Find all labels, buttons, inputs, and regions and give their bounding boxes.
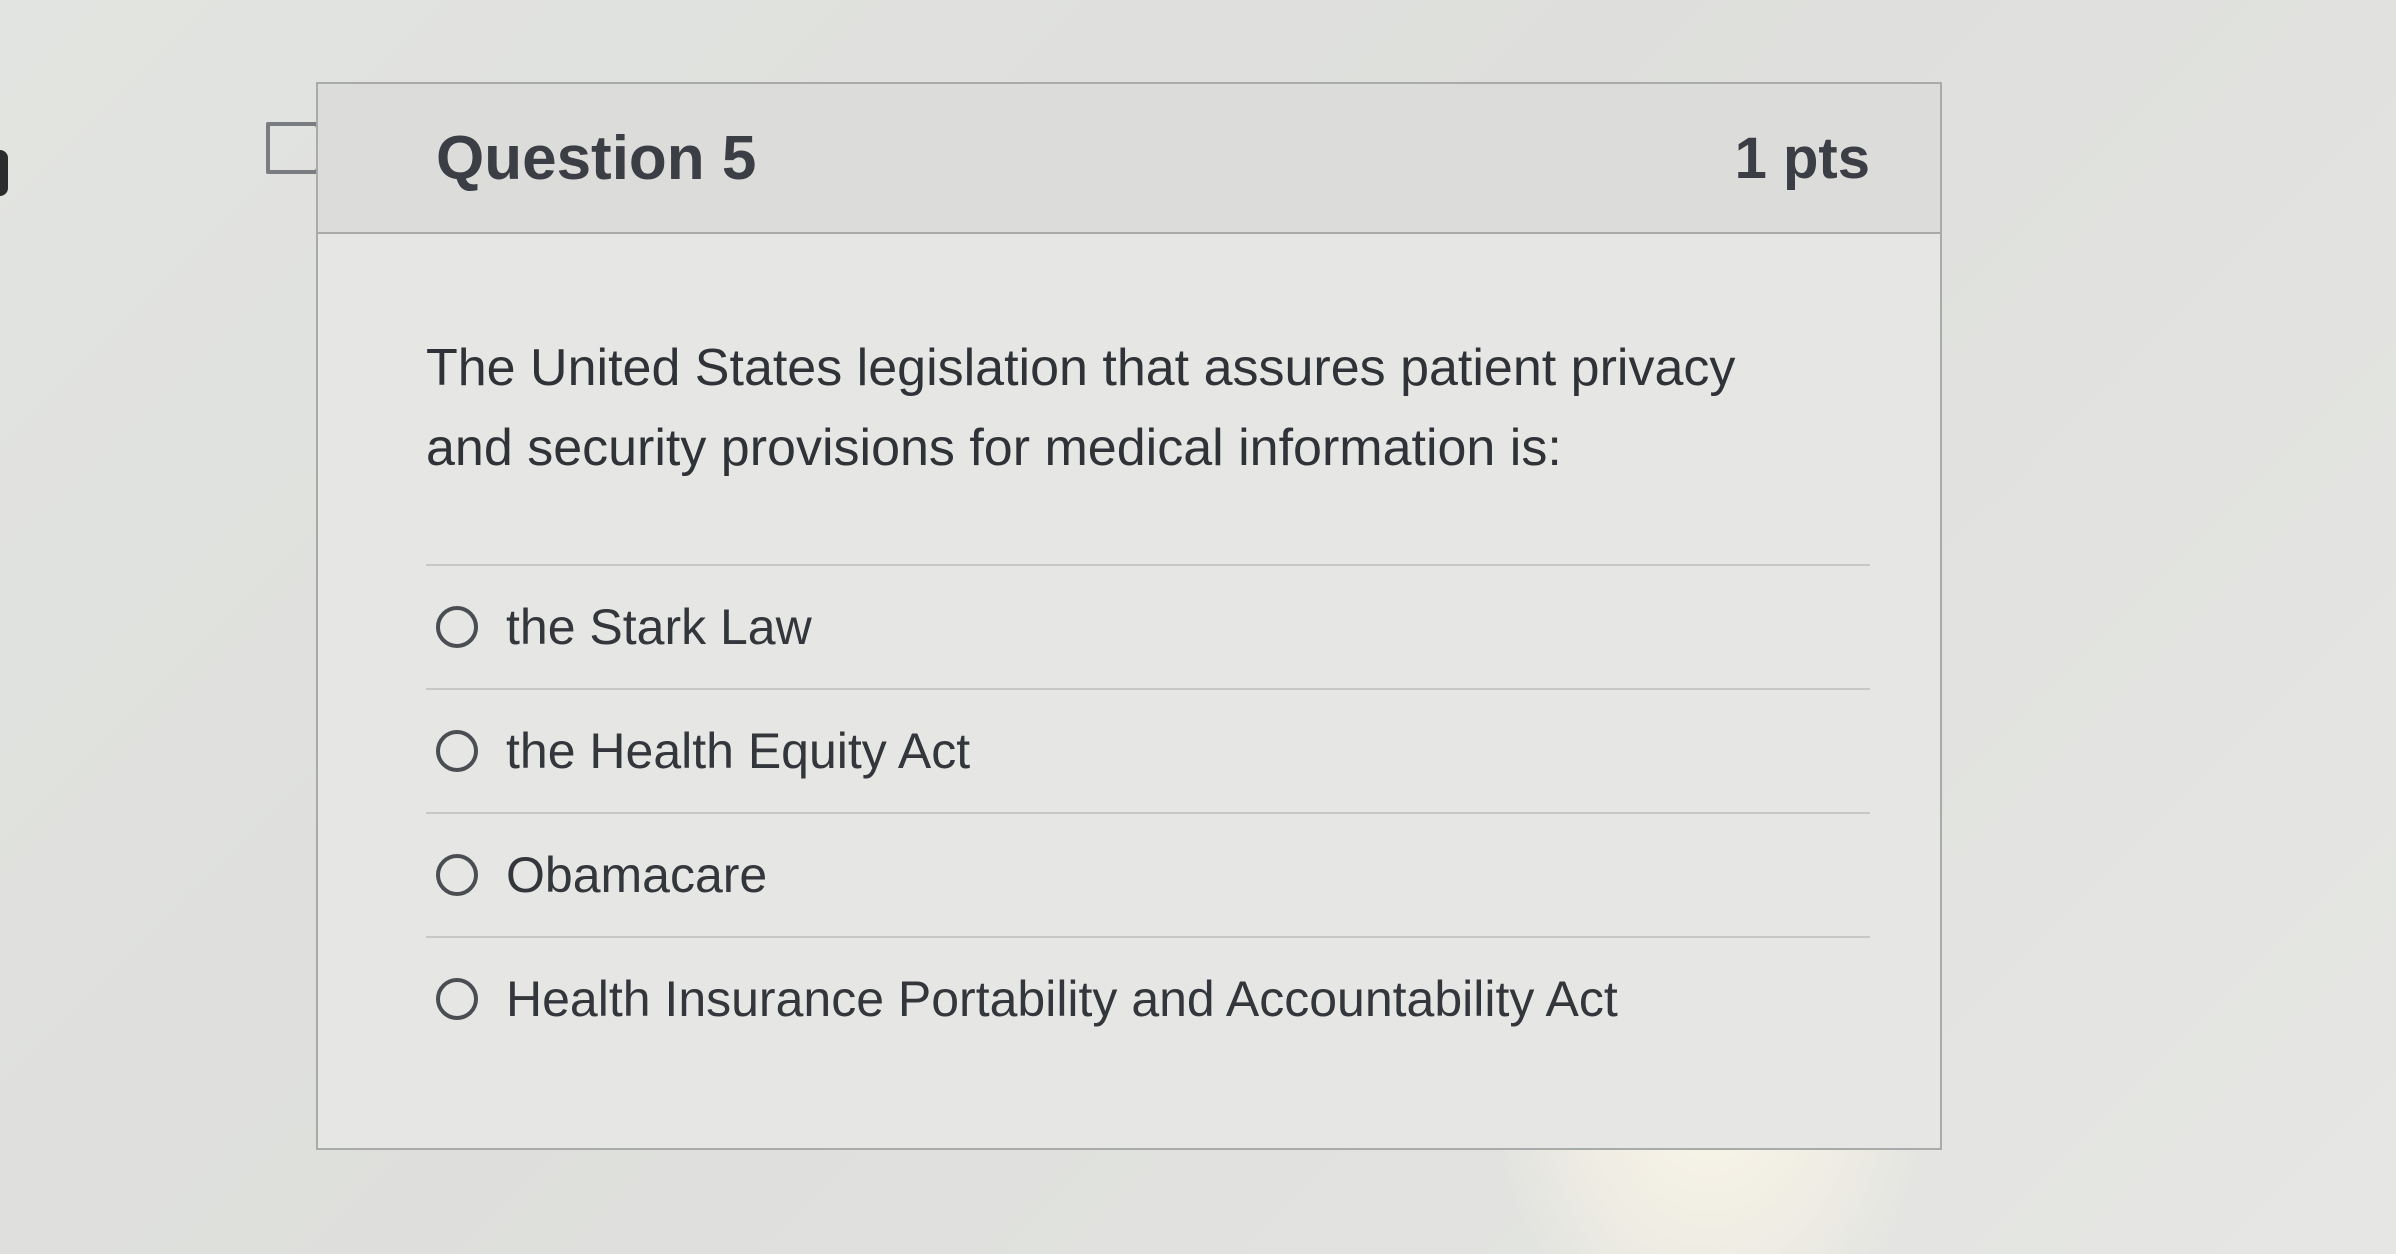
question-body: The United States legislation that assur… [318, 234, 1940, 1060]
answer-label: the Stark Law [506, 599, 812, 655]
answer-label: Health Insurance Portability and Account… [506, 971, 1618, 1027]
answer-label: the Health Equity Act [506, 723, 971, 779]
radio-button[interactable] [436, 606, 478, 648]
answer-option[interactable]: Obamacare [426, 814, 1870, 938]
question-card: Question 5 1 pts The United States legis… [316, 82, 1942, 1150]
question-points: 1 pts [1734, 125, 1870, 191]
answer-label: Obamacare [506, 847, 768, 903]
radio-button[interactable] [436, 730, 478, 772]
question-title: Question 5 [436, 123, 757, 193]
answer-option[interactable]: the Health Equity Act [426, 690, 1870, 814]
question-text: The United States legislation that assur… [426, 339, 1736, 477]
answer-option[interactable]: Health Insurance Portability and Account… [426, 938, 1870, 1060]
edge-indicator [0, 150, 8, 196]
radio-button[interactable] [436, 854, 478, 896]
answer-option[interactable]: the Stark Law [426, 566, 1870, 690]
radio-button[interactable] [436, 978, 478, 1020]
answer-list: the Stark Law the Health Equity Act Obam… [426, 564, 1870, 1060]
question-header: Question 5 1 pts [318, 84, 1940, 234]
